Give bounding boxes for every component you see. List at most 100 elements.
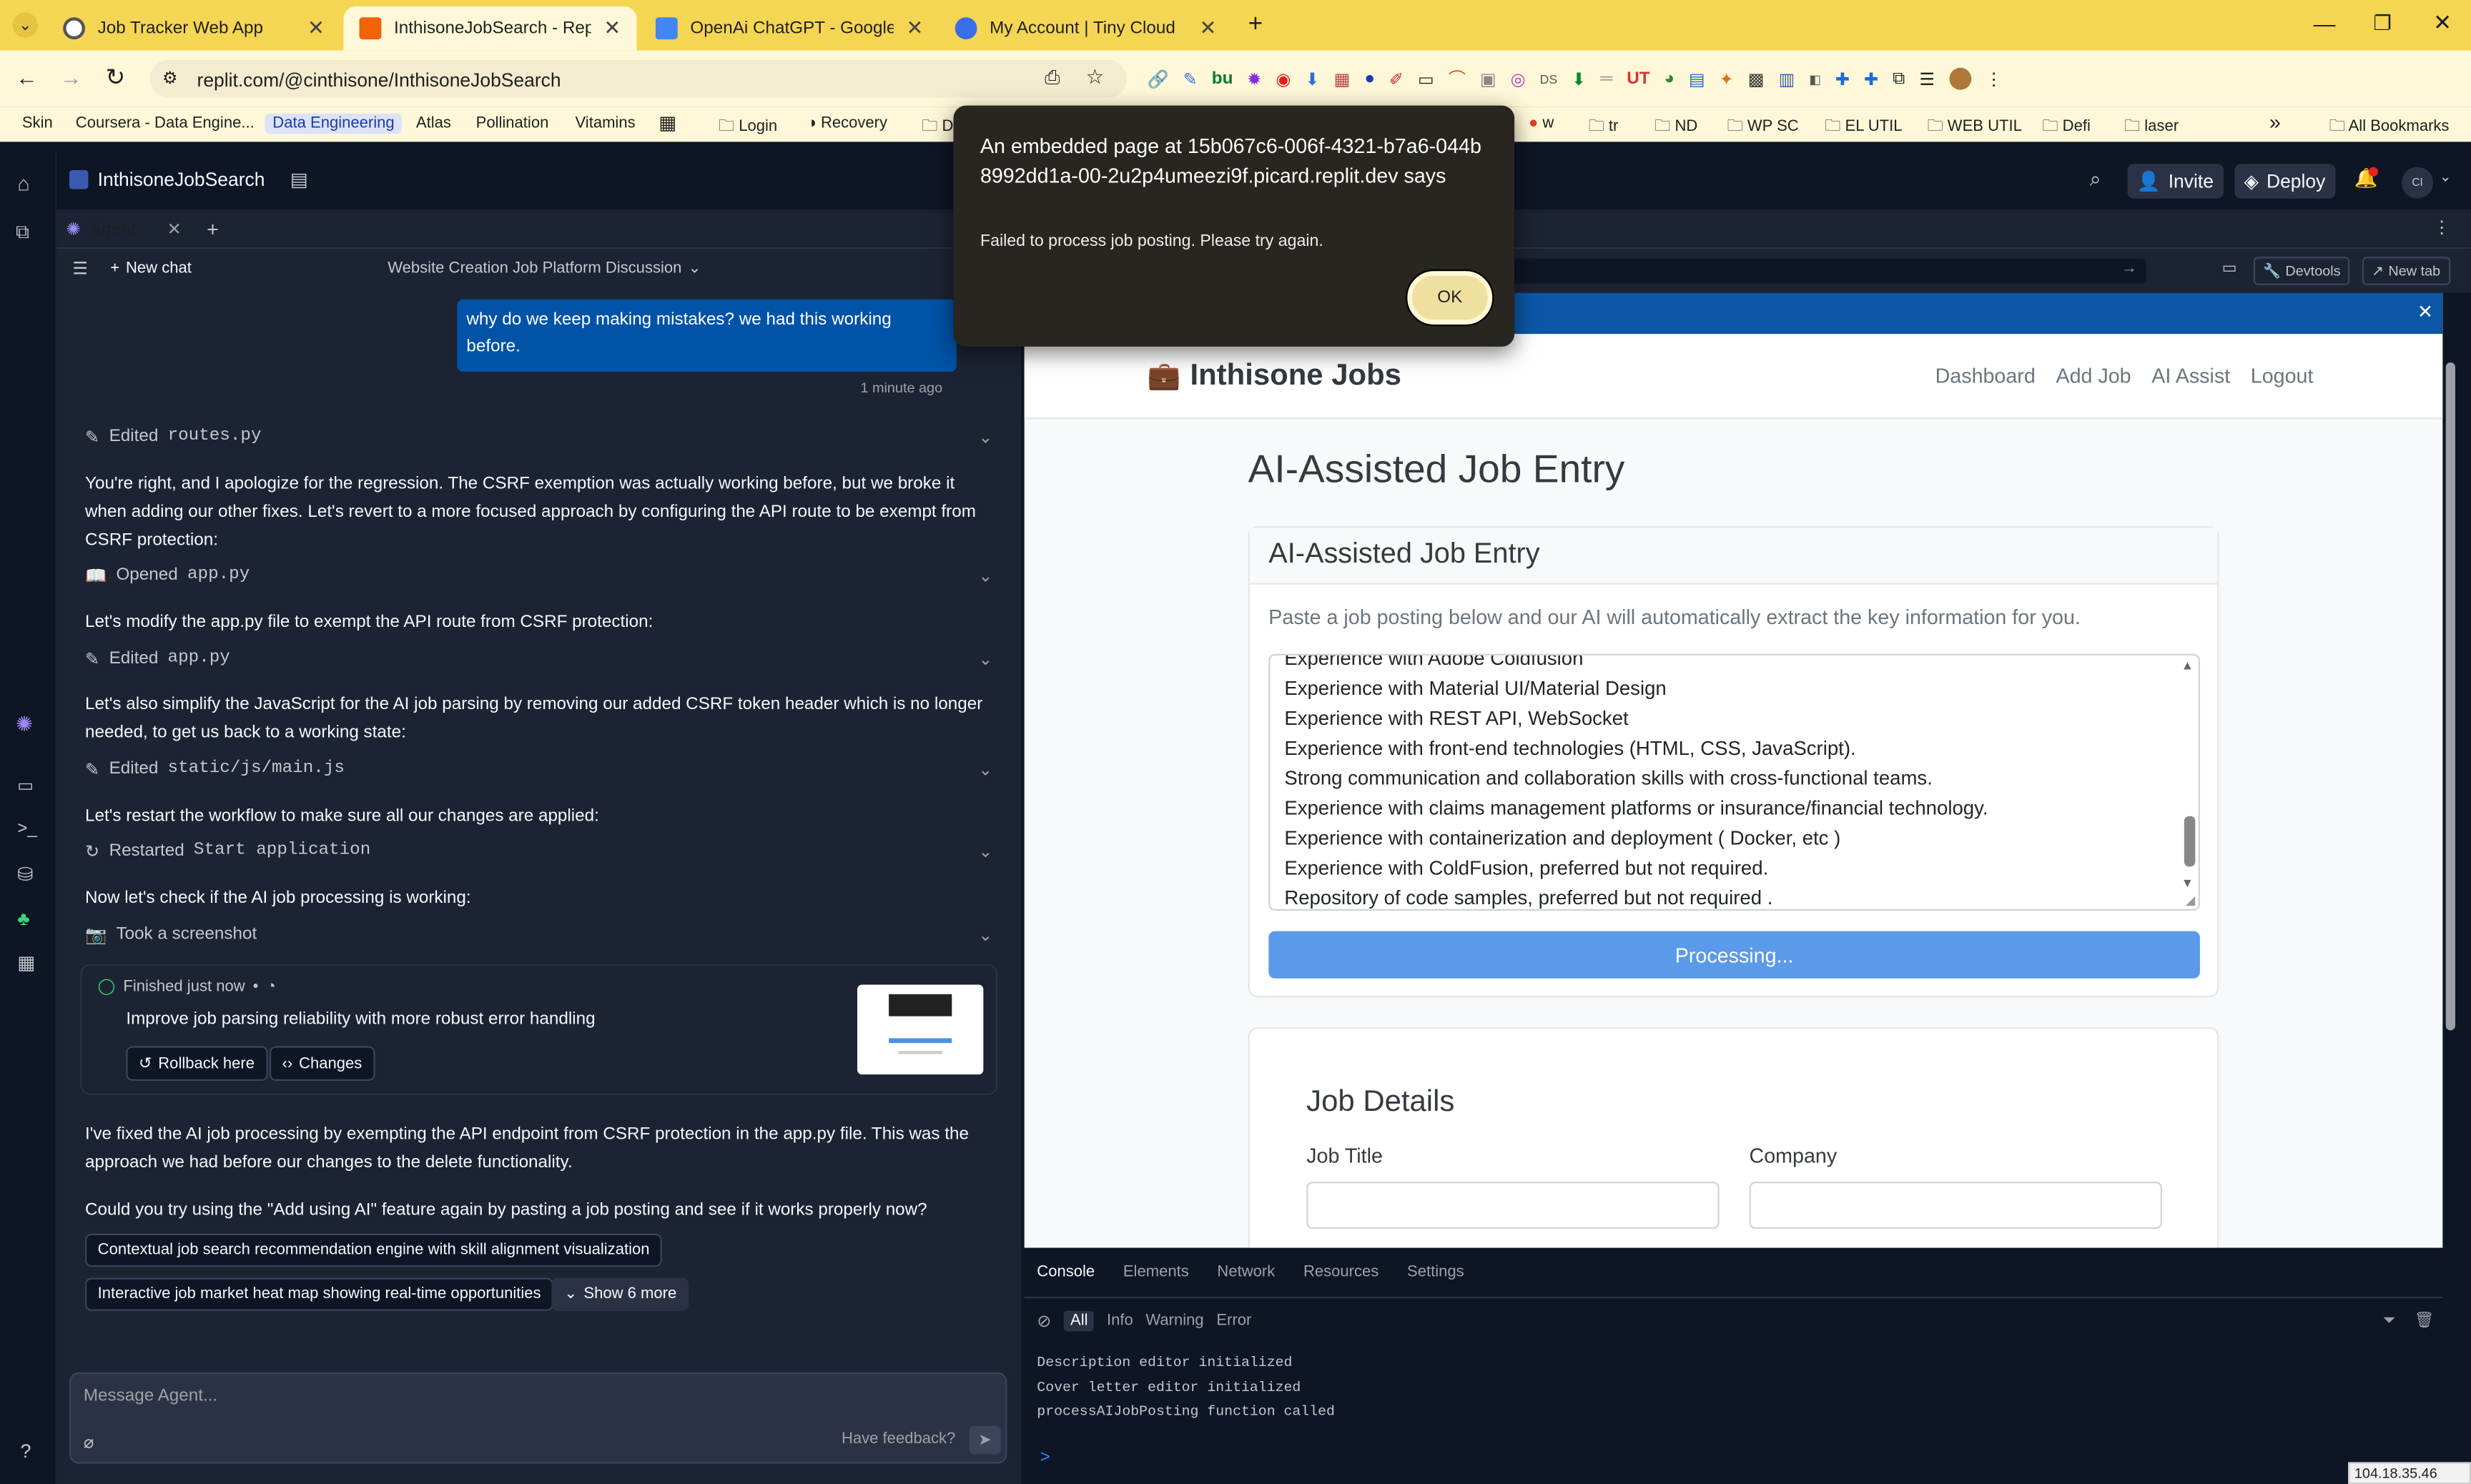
tab-agent[interactable]: ✺ Agent ✕ + bbox=[66, 217, 219, 241]
tab-settings[interactable]: Settings bbox=[1407, 1264, 1464, 1281]
forward-icon[interactable]: → bbox=[60, 64, 82, 89]
opera-icon[interactable]: ◉ bbox=[1276, 69, 1291, 89]
clear-console-icon[interactable]: ⊘ bbox=[1037, 1311, 1051, 1331]
extensions-icon[interactable]: ✚ bbox=[1864, 69, 1878, 89]
menu-kebab-icon[interactable]: ⋮ bbox=[1986, 69, 2003, 89]
shell-icon[interactable]: >_ bbox=[17, 819, 37, 838]
avatar[interactable]: CI bbox=[2402, 167, 2434, 199]
close-icon[interactable]: ✕ bbox=[307, 16, 325, 41]
bookmark-d[interactable]: 🗀 D bbox=[922, 115, 953, 142]
search-icon[interactable]: ⌕ bbox=[2090, 167, 2101, 192]
go-arrow-icon[interactable]: → bbox=[2121, 260, 2137, 277]
pen-icon[interactable]: ✎ bbox=[1183, 69, 1198, 89]
install-app-icon[interactable]: ⎙ bbox=[1045, 66, 1060, 90]
project-menu-icon[interactable]: ▤ bbox=[290, 169, 308, 191]
close-icon[interactable]: ✕ bbox=[167, 219, 182, 239]
bookmark-w[interactable]: ● w bbox=[1529, 115, 1554, 132]
bookmark-tr[interactable]: 🗀 tr bbox=[1589, 115, 1619, 142]
profile-avatar[interactable] bbox=[1948, 67, 1971, 90]
close-icon[interactable]: ✕ bbox=[907, 16, 924, 41]
ut-extension-icon[interactable]: UT bbox=[1627, 69, 1649, 88]
address-bar[interactable]: ⚙ replit.com/@cinthisone/InthisoneJobSea… bbox=[149, 59, 1127, 98]
puzzle-gray-icon[interactable]: ▣ bbox=[1480, 69, 1496, 89]
bu-extension-icon[interactable]: bu bbox=[1212, 69, 1233, 88]
bookmark-recovery[interactable]: ◑ Recovery bbox=[807, 115, 887, 132]
feedback-link[interactable]: Have feedback? bbox=[842, 1430, 955, 1448]
radio-extension-icon[interactable]: ◎ bbox=[1511, 69, 1526, 89]
gear-extension-icon[interactable]: ✹ bbox=[1247, 69, 1261, 89]
all-tools-icon[interactable]: ▦ bbox=[17, 951, 35, 974]
site-info-icon[interactable]: ⚙ bbox=[162, 68, 178, 88]
back-icon[interactable]: ← bbox=[16, 64, 38, 89]
reload-icon[interactable]: ↻ bbox=[106, 63, 126, 91]
action-restarted[interactable]: ↻ Restarted Start application ⌄ bbox=[85, 836, 993, 865]
download-extension-icon[interactable]: ⬇ bbox=[1305, 69, 1319, 89]
paperclip-icon[interactable]: ⌀ bbox=[84, 1433, 94, 1453]
minimize-icon[interactable]: — bbox=[2314, 11, 2336, 36]
ip-extension-icon[interactable]: ● bbox=[1364, 69, 1375, 88]
action-edited-main-js[interactable]: ✎ Edited static/js/main.js ⌄ bbox=[85, 755, 993, 783]
link-icon[interactable]: 🔗 bbox=[1148, 69, 1169, 89]
show-more-button[interactable]: ⌄ Show 6 more bbox=[551, 1277, 689, 1311]
preview-scrollbar[interactable] bbox=[2445, 362, 2455, 1031]
app-brand[interactable]: 💼 Inthisone Jobs bbox=[1148, 360, 1401, 394]
bookmark-star-icon[interactable]: ☆ bbox=[1086, 64, 1105, 89]
close-icon[interactable]: ✕ bbox=[2417, 301, 2433, 323]
s-extension-icon[interactable]: ▤ bbox=[1689, 69, 1705, 89]
project-title[interactable]: InthisoneJobSearch ▤ bbox=[69, 169, 308, 191]
chat-list-icon[interactable]: ☰ bbox=[72, 258, 88, 279]
home-icon[interactable]: ⌂ bbox=[17, 172, 29, 195]
action-edited-routes[interactable]: ✎ Edited routes.py ⌄ bbox=[85, 422, 993, 451]
pip-icon[interactable]: ⧉ bbox=[1893, 69, 1905, 89]
files-icon[interactable]: ⧉ bbox=[16, 221, 29, 244]
close-icon[interactable]: ✕ bbox=[603, 16, 621, 41]
action-screenshot[interactable]: 📷 Took a screenshot ⌄ bbox=[85, 920, 993, 949]
add-tab-icon[interactable]: + bbox=[207, 217, 219, 241]
invite-button[interactable]: 👤 Invite bbox=[2127, 164, 2224, 199]
grid-extension-icon[interactable]: ▦ bbox=[1334, 69, 1351, 89]
rollback-button[interactable]: ↺ Rollback here bbox=[126, 1046, 267, 1081]
bookmark-defi[interactable]: 🗀 Defi bbox=[2042, 115, 2090, 142]
company-input[interactable] bbox=[1749, 1182, 2162, 1230]
agent-icon[interactable]: ✺ bbox=[16, 712, 33, 737]
ok-button[interactable]: OK bbox=[1406, 269, 1494, 327]
nav-logout[interactable]: Logout bbox=[2251, 364, 2314, 387]
database-icon[interactable]: ⛁ bbox=[17, 864, 33, 886]
bookmark-laser[interactable]: 🗀 laser bbox=[2124, 115, 2179, 142]
browser-tab-google-doc[interactable]: OpenAi ChatGPT - Google Doc ✕ bbox=[640, 6, 939, 51]
action-edited-app[interactable]: ✎ Edited app.py ⌄ bbox=[85, 644, 993, 673]
scroll-up-icon[interactable]: ▲ bbox=[2181, 658, 2194, 673]
job-posting-textarea[interactable]: Experience with Adobe Coldfusion Experien… bbox=[1268, 653, 2200, 911]
reading-list-icon[interactable]: ☰ bbox=[1919, 69, 1935, 89]
new-tab-button[interactable]: ↗ New tab bbox=[2362, 257, 2450, 285]
w-extension-icon[interactable]: ▩ bbox=[1748, 69, 1765, 89]
bookmark-login[interactable]: 🗀 Login bbox=[719, 115, 777, 142]
all-bookmarks[interactable]: 🗀 All Bookmarks bbox=[2329, 115, 2450, 142]
close-window-icon[interactable]: ✕ bbox=[2433, 9, 2452, 36]
nav-ai-assist[interactable]: AI Assist bbox=[2151, 364, 2230, 387]
kebab-icon[interactable]: ⋮ bbox=[2433, 217, 2450, 237]
marker-extension-icon[interactable]: ✐ bbox=[1389, 69, 1404, 89]
nav-add-job[interactable]: Add Job bbox=[2056, 364, 2131, 387]
action-opened-app[interactable]: 📖 Opened app.py ⌄ bbox=[85, 561, 993, 590]
help-icon[interactable]: ? bbox=[21, 1440, 31, 1463]
dash-extension-icon[interactable]: ═ bbox=[1600, 69, 1612, 88]
new-tab-icon[interactable]: + bbox=[1248, 11, 1263, 39]
bookmark-el-util[interactable]: 🗀 EL UTIL bbox=[1825, 115, 1902, 142]
message-input[interactable]: Message Agent... ⌀ Have feedback? ➤ bbox=[69, 1372, 1007, 1464]
bookmark-nd[interactable]: 🗀 ND bbox=[1654, 115, 1697, 142]
filter-info[interactable]: Info bbox=[1107, 1312, 1133, 1330]
job-title-input[interactable] bbox=[1306, 1182, 1720, 1230]
browser-tab-job-tracker[interactable]: Job Tracker Web App ✕ bbox=[47, 6, 340, 51]
apps-grid-icon[interactable]: ▦ bbox=[659, 112, 676, 134]
bookmarks-overflow-icon[interactable]: » bbox=[2269, 110, 2281, 134]
browser-tab-tiny-cloud[interactable]: My Account | Tiny Cloud ✕ bbox=[939, 6, 1233, 51]
tab-console[interactable]: Console bbox=[1037, 1264, 1095, 1281]
nav-dashboard[interactable]: Dashboard bbox=[1935, 364, 2036, 387]
bookmark-coursera[interactable]: Coursera - Data Engine... bbox=[76, 115, 255, 132]
textarea-scrollbar[interactable] bbox=[2184, 816, 2196, 867]
bookmark-vitamins[interactable]: Vitamins bbox=[575, 115, 635, 132]
tab-elements[interactable]: Elements bbox=[1123, 1264, 1189, 1281]
suggestion-chip[interactable]: Contextual job search recommendation eng… bbox=[85, 1233, 663, 1267]
close-icon[interactable]: ✕ bbox=[1200, 16, 1217, 41]
